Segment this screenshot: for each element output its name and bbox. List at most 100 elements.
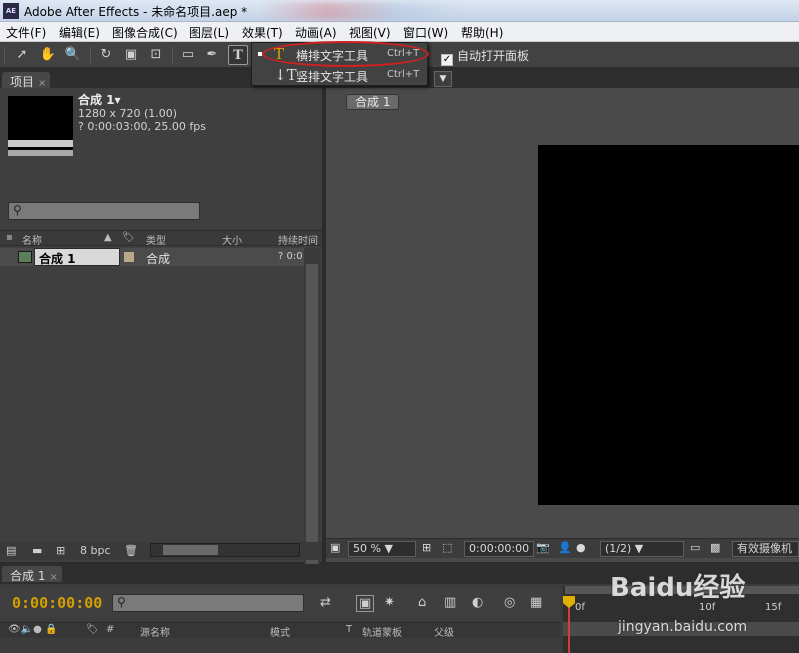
scrollbar-thumb[interactable] <box>163 545 218 555</box>
timeline-current-time[interactable]: 0:00:00:00 <box>12 594 102 612</box>
window-title: Adobe After Effects - 未命名项目.aep * <box>24 5 248 19</box>
close-icon[interactable]: × <box>38 78 46 89</box>
column-type[interactable]: 类型 <box>146 232 166 247</box>
zoom-tool-icon[interactable]: 🔍 <box>63 45 83 65</box>
auto-open-panels-option[interactable]: ✓ 自动打开面板 <box>441 47 529 66</box>
column-duration[interactable]: 持续时间 <box>278 232 318 247</box>
vertical-type-tool-item[interactable]: ↓T 竖排文字工具 Ctrl+T <box>252 65 427 85</box>
ruler-label: 15f <box>765 602 782 613</box>
snapshot-icon[interactable]: 📷 <box>536 541 550 557</box>
grid-guides-icon[interactable]: ⊞ <box>422 541 431 557</box>
vertical-type-shortcut: Ctrl+T <box>387 69 420 80</box>
column-parent[interactable]: 父级 <box>434 624 454 639</box>
timeline-column-header: 👁🔈● 🔒 🏷 # 源名称 模式 T 轨道蒙板 父级 <box>0 622 560 639</box>
comp-mini-flowchart-icon[interactable]: ⇄ <box>320 595 331 610</box>
live-update-icon[interactable]: ▣ <box>356 595 375 612</box>
menu-edit[interactable]: 编辑(E) <box>59 24 100 41</box>
composition-dropdown-icon[interactable]: ▼ <box>434 71 452 87</box>
column-mode[interactable]: 模式 <box>270 624 290 639</box>
column-source-name[interactable]: 源名称 <box>140 624 170 639</box>
type-tool-icon[interactable]: T <box>228 45 248 65</box>
checkbox-checked-icon[interactable]: ✓ <box>441 54 453 66</box>
menu-effect[interactable]: 效果(T) <box>242 24 283 41</box>
camera-tool-icon[interactable]: ▣ <box>121 45 141 65</box>
menu-file[interactable]: 文件(F) <box>6 24 46 41</box>
label-tag-icon[interactable]: 🏷 <box>122 232 135 243</box>
menu-help[interactable]: 帮助(H) <box>461 24 503 41</box>
brainstorm-icon[interactable]: ▦ <box>530 595 542 610</box>
column-size[interactable]: 大小 <box>222 232 242 247</box>
vertical-type-label: 竖排文字工具 <box>296 70 369 84</box>
graph-editor-icon[interactable]: ◎ <box>504 595 515 610</box>
resolution-select[interactable]: (1/2) ▼ <box>600 541 684 557</box>
new-folder-icon[interactable]: ▬ <box>32 544 42 557</box>
project-item-name[interactable]: 合成 1 <box>34 248 120 266</box>
resolution-value: (1/2) <box>605 542 632 555</box>
project-item-type: 合成 <box>146 252 171 266</box>
active-camera-select[interactable]: 有效摄像机 <box>732 541 799 557</box>
close-icon[interactable]: × <box>49 572 57 583</box>
thumbnail-stripe <box>8 150 73 156</box>
rotate-tool-icon[interactable]: ↻ <box>96 45 116 65</box>
project-item-duration: ? 0:0 <box>278 251 303 262</box>
project-search-input[interactable]: ⚲ <box>8 202 200 220</box>
magnification-select[interactable]: 50 % ▼ <box>348 541 416 557</box>
rectangle-tool-icon[interactable]: ▭ <box>178 45 198 65</box>
watermark-url: jingyan.baidu.com <box>618 619 748 635</box>
hide-shy-layers-icon[interactable]: ⌂ <box>418 595 426 610</box>
region-of-interest-icon[interactable]: ▭ <box>690 541 700 557</box>
project-column-header: ▪ 名称 ▲ 🏷 类型 大小 持续时间 <box>0 230 322 247</box>
column-track-matte[interactable]: 轨道蒙板 <box>362 624 402 639</box>
menu-composition[interactable]: 图像合成(C) <box>112 24 178 41</box>
av-features-icons[interactable]: 👁🔈● 🔒 <box>8 624 58 635</box>
scrollbar-thumb[interactable] <box>306 264 318 584</box>
composition-icon <box>18 251 32 263</box>
trash-icon[interactable]: 🗑 <box>124 544 138 557</box>
menu-view[interactable]: 视图(V) <box>349 24 391 41</box>
column-layer-number[interactable]: # <box>106 624 114 635</box>
pen-tool-icon[interactable]: ✒ <box>202 45 222 65</box>
composition-navigator-badge[interactable]: 合成 1 <box>346 94 400 110</box>
magnification-value: 50 % <box>353 542 381 555</box>
project-item-row[interactable]: 合成 1 合成 ? 0:0 <box>0 248 304 266</box>
column-name[interactable]: 名称 <box>22 232 42 247</box>
comp-info-name[interactable]: 合成 1▾ <box>78 94 206 107</box>
sort-ascending-icon[interactable]: ▲ <box>104 232 112 243</box>
comp-thumbnail <box>8 96 73 156</box>
new-composition-icon[interactable]: ⊞ <box>56 544 65 557</box>
tab-project[interactable]: 项目 × <box>2 72 51 89</box>
bit-depth-label[interactable]: 8 bpc <box>80 544 111 557</box>
menu-window[interactable]: 窗口(W) <box>403 24 448 41</box>
search-icon: ⚲ <box>117 595 126 609</box>
frame-blending-icon[interactable]: ▥ <box>444 595 456 610</box>
always-preview-icon[interactable]: ▣ <box>330 541 340 557</box>
motion-blur-icon[interactable]: ◐ <box>472 595 483 610</box>
toolbar-grip <box>4 47 5 63</box>
timeline-search-input[interactable]: ⚲ <box>112 594 304 612</box>
current-time-field[interactable]: 0:00:00:00 <box>464 541 535 557</box>
title-bar: AE Adobe After Effects - 未命名项目.aep * <box>0 0 799 22</box>
comp-info: 合成 1▾ 1280 x 720 (1.00) ? 0:00:03:00, 25… <box>78 94 206 134</box>
selection-tool-icon[interactable]: ➚ <box>12 45 32 65</box>
comp-info-size: 1280 x 720 (1.00) <box>78 107 178 120</box>
composition-footer: ▣ 50 % ▼ ⊞ ⬚ 0:00:00:00 📷 👤 ● (1/2) ▼ ▭ … <box>326 538 799 558</box>
hand-tool-icon[interactable]: ✋ <box>38 45 58 65</box>
draft-3d-icon[interactable]: ✷ <box>384 595 395 610</box>
column-preserve-transparency[interactable]: T <box>346 624 352 635</box>
menu-animation[interactable]: 动画(A) <box>295 24 337 41</box>
pan-behind-tool-icon[interactable]: ⊡ <box>146 45 166 65</box>
channel-icon[interactable]: ● <box>576 541 586 557</box>
label-tag-icon[interactable]: 🏷 <box>86 624 99 635</box>
composition-viewer-canvas[interactable] <box>538 145 799 505</box>
auto-open-panels-label: 自动打开面板 <box>457 49 530 63</box>
show-snapshot-icon[interactable]: 👤 <box>558 541 572 557</box>
tab-timeline-comp[interactable]: 合成 1 × <box>2 566 62 583</box>
current-time-indicator-head[interactable] <box>563 596 575 608</box>
menu-layer[interactable]: 图层(L) <box>189 24 229 41</box>
transparency-grid-icon[interactable]: ▩ <box>710 541 720 557</box>
after-effects-app-icon[interactable]: AE <box>3 3 19 19</box>
project-horizontal-scrollbar[interactable] <box>150 543 300 557</box>
mask-visibility-icon[interactable]: ⬚ <box>442 541 452 557</box>
label-color-swatch[interactable] <box>124 252 134 262</box>
interpret-footage-icon[interactable]: ▤ <box>6 544 16 557</box>
